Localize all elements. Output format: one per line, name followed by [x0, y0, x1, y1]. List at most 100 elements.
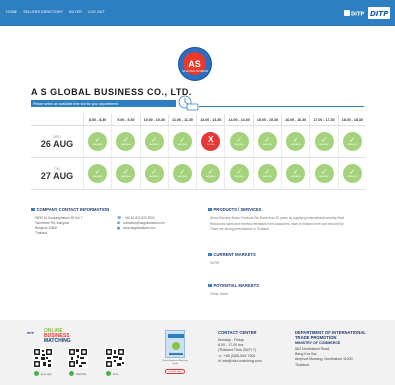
qr-code-wechat — [68, 348, 88, 368]
available-slot-button[interactable]: ✓ AVAILABLE — [314, 132, 334, 151]
time-slot-header: 13.00 - 13.30 — [196, 114, 224, 125]
available-slot-button[interactable]: ✓ AVAILABLE — [201, 164, 221, 183]
wechat-icon — [69, 371, 74, 376]
slot-status-label: AVAILABLE — [121, 175, 131, 178]
company-address: 99/30 Dr Konkanpharam 99 Soi 7 Tanonthne… — [35, 216, 83, 235]
line-icon — [106, 371, 111, 376]
booked-x-icon: X — [208, 135, 214, 144]
check-icon: ✓ — [151, 136, 158, 144]
available-slot-button[interactable]: ✓ AVAILABLE — [229, 164, 249, 183]
time-slot-header: 9.00 - 9.30 — [111, 114, 139, 125]
available-slot-button[interactable]: ✓ AVAILABLE — [88, 164, 108, 183]
slot-status-label: AVAILABLE — [319, 175, 329, 178]
time-slot-header: 11.00 - 11.30 — [167, 114, 196, 125]
products-description: About Security Boots Products We Know th… — [210, 216, 345, 232]
available-slot-button[interactable]: ✓ AVAILABLE — [144, 164, 164, 183]
time-slot-header: 17.00 - 17.30 — [309, 114, 337, 125]
markets-icon — [208, 252, 212, 257]
date-label: 27 AUG — [40, 170, 74, 181]
nav-sellers-directory-link[interactable]: SELLERS DIRECTORY — [23, 10, 63, 14]
available-slot-button[interactable]: ✓ AVAILABLE — [314, 164, 334, 183]
qr-label: Line app — [34, 371, 52, 376]
time-slot-cell: ✓ AVAILABLE — [139, 158, 168, 189]
slot-status-label: AVAILABLE — [121, 143, 131, 146]
check-icon: ✓ — [349, 136, 356, 144]
available-slot-button[interactable]: ✓ AVAILABLE — [286, 164, 306, 183]
time-slot-header: 16.00 - 16.30 — [281, 114, 309, 125]
slot-status-label: AVAILABLE — [149, 143, 159, 146]
ditp-thai-logo[interactable]: DITP — [343, 7, 365, 19]
contact-center-email[interactable]: ✉ info@obiz-matching.com — [218, 359, 262, 364]
download-guide-button[interactable]: DOWNLOAD — [165, 369, 185, 374]
qr-label: Line — [106, 371, 118, 376]
available-slot-button[interactable]: ✓ AVAILABLE — [116, 164, 136, 183]
time-slot-cell: ✓ AVAILABLE — [167, 158, 196, 189]
available-slot-button[interactable]: ✓ AVAILABLE — [173, 164, 193, 183]
check-icon: ✓ — [321, 168, 327, 176]
slot-status-label: AVAILABLE — [177, 175, 188, 178]
available-slot-button[interactable]: ✓ AVAILABLE — [257, 132, 277, 151]
check-icon: ✓ — [94, 136, 101, 144]
slot-status-label: AVAILABLE — [92, 143, 103, 146]
time-slot-cell: ✓ AVAILABLE — [281, 126, 309, 157]
company-contacts: ☏ +66 81 832 800 2500 ✉ contactus@asglobal… — [117, 216, 165, 231]
check-icon: ✓ — [236, 136, 243, 144]
slot-status-label: AVAILABLE — [262, 175, 273, 178]
check-icon: ✓ — [123, 136, 129, 144]
time-slot-header: 18.00 - 18.30 — [337, 114, 366, 125]
time-slot-cell: ✓ AVAILABLE — [337, 126, 366, 157]
check-icon: ✓ — [264, 168, 271, 176]
available-slot-button[interactable]: ✓ AVAILABLE — [229, 132, 249, 151]
company-logo-ring-text: AS GLOBAL BUSINESS — [181, 70, 209, 73]
products-heading: PRODUCTS / SERVICES — [208, 207, 262, 212]
web-icon: ◉ — [117, 226, 121, 230]
check-icon: ✓ — [264, 136, 271, 144]
time-slot-header: 15.00 - 15.30 — [252, 114, 281, 125]
products-icon — [208, 207, 212, 212]
available-slot-button[interactable]: ✓ AVAILABLE — [342, 132, 362, 151]
slot-status-label: AVAILABLE — [291, 175, 301, 178]
info-icon — [31, 207, 35, 212]
qr-code-line-app — [33, 348, 53, 368]
nav-home-link[interactable]: HOME — [6, 10, 17, 14]
company-name-title: A S GLOBAL BUSINESS CO., LTD. — [31, 87, 192, 97]
time-slot-cell: ✓ AVAILABLE — [337, 158, 366, 189]
contact-info-heading: COMPANY CONTACT INFORMATION — [31, 207, 109, 212]
check-icon: ✓ — [179, 136, 186, 144]
contact-website[interactable]: ◉ www.asglobalasia.com — [117, 226, 165, 231]
time-slot-header: 14.00 - 14.30 — [224, 114, 252, 125]
bm-matching-text: MATCHING — [44, 338, 71, 344]
available-slot-button[interactable]: ✓ AVAILABLE — [257, 164, 277, 183]
nav-buyer-link[interactable]: BUYER — [69, 10, 82, 14]
guide-book-caption: Online Business Matching Guide — [162, 360, 188, 365]
potential-markets-icon — [208, 283, 212, 288]
time-slot-cell: ✓ AVAILABLE — [281, 158, 309, 189]
time-slot-cell: ✓ AVAILABLE — [196, 158, 224, 189]
qr-label: WeChat — [69, 371, 86, 376]
booked-slot-button: X BOOKED — [201, 132, 221, 151]
available-slot-button[interactable]: ✓ AVAILABLE — [88, 132, 108, 151]
available-slot-button[interactable]: ✓ AVAILABLE — [173, 132, 193, 151]
schedule-header-row: 8.00 - 8.30 9.00 - 9.30 10.00 - 10.30 11… — [31, 114, 366, 126]
available-slot-button[interactable]: ✓ AVAILABLE — [286, 132, 306, 151]
appointment-schedule-grid: 8.00 - 8.30 9.00 - 9.30 10.00 - 10.30 11… — [31, 114, 366, 190]
slot-status-label: AVAILABLE — [149, 175, 159, 178]
current-markets-value: GLPM — [210, 261, 220, 265]
potential-markets-heading: POTENTIAL MARKETS — [208, 283, 259, 288]
available-slot-button[interactable]: ✓ AVAILABLE — [144, 132, 164, 151]
available-slot-button[interactable]: ✓ AVAILABLE — [342, 164, 362, 183]
slot-status-label: AVAILABLE — [291, 143, 301, 146]
slot-status-label: AVAILABLE — [347, 175, 358, 178]
time-slot-cell: ✓ AVAILABLE — [111, 158, 139, 189]
slot-status-label: AVAILABLE — [234, 175, 244, 178]
ditp-logo[interactable]: DITP — [368, 7, 390, 19]
slot-status-label: AVAILABLE — [234, 143, 244, 146]
nav-logout-link[interactable]: LOG OUT — [88, 10, 105, 14]
time-slot-cell: ✓ AVAILABLE — [111, 126, 139, 157]
time-slot-cell: ✓ AVAILABLE — [224, 126, 252, 157]
guide-book-cover[interactable] — [165, 330, 185, 358]
ministry-name: MINISTRY OF COMMERCE — [295, 341, 341, 345]
divider-line — [199, 106, 364, 107]
time-slot-cell: ✓ AVAILABLE — [83, 158, 111, 189]
available-slot-button[interactable]: ✓ AVAILABLE — [116, 132, 136, 151]
